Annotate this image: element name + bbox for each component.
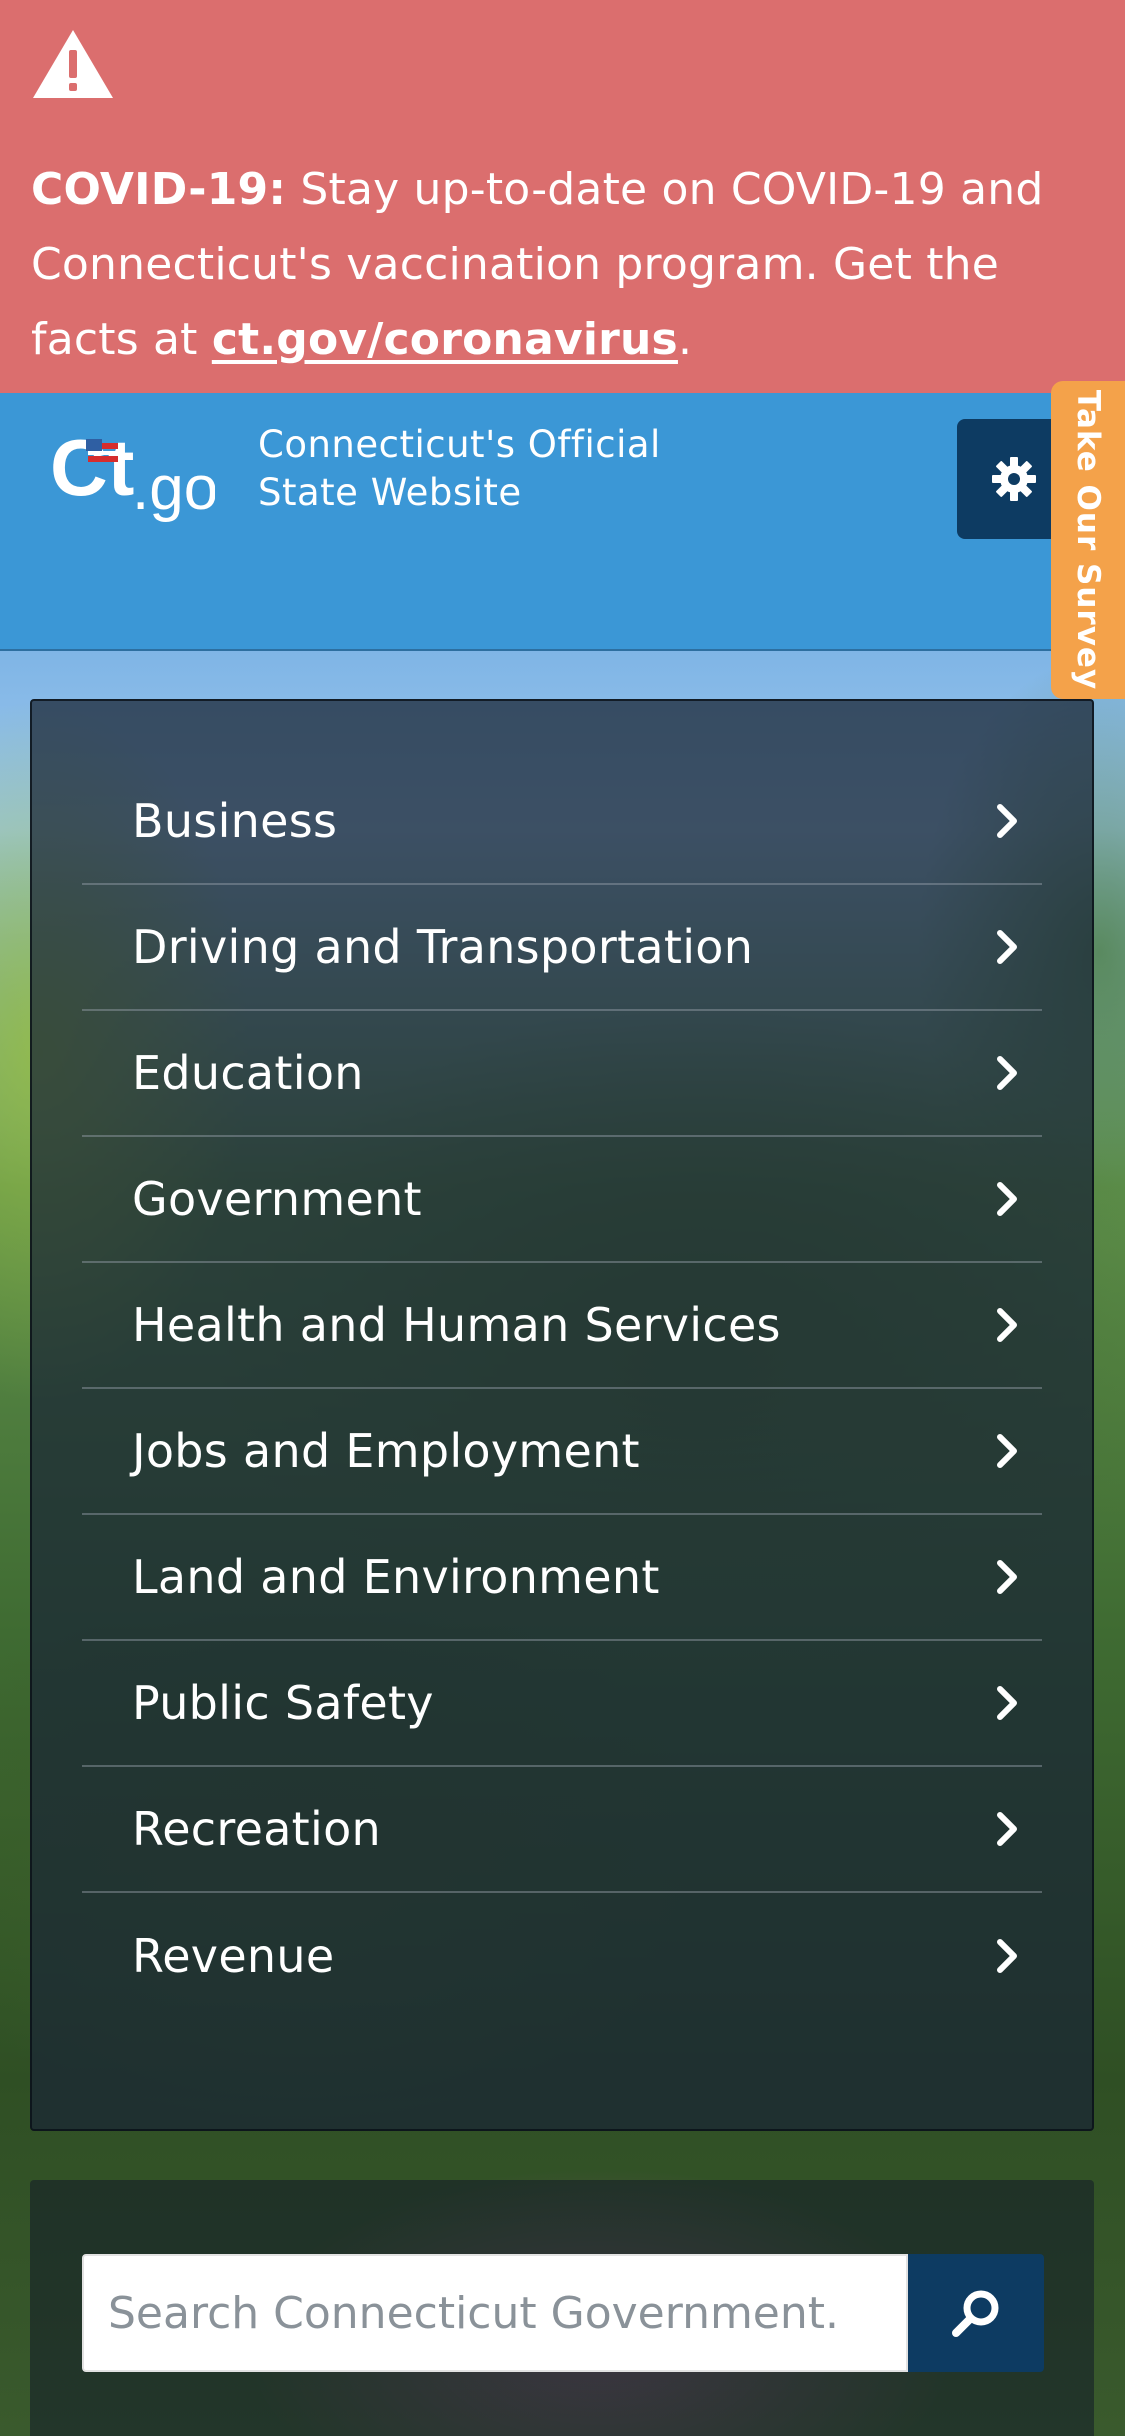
menu-item-education[interactable]: Education: [82, 1011, 1042, 1137]
page: COVID-19: Stay up-to-date on COVID-19 an…: [0, 0, 1125, 2436]
alert-text-end: .: [677, 314, 693, 365]
chevron-right-icon: [997, 1686, 1017, 1720]
menu-item-government[interactable]: Government: [82, 1137, 1042, 1263]
search-input[interactable]: [82, 2254, 908, 2372]
menu-item-revenue[interactable]: Revenue: [82, 1893, 1042, 2019]
tagline-line-1: Connecticut's Official: [258, 423, 661, 466]
search-icon: [952, 2290, 999, 2337]
menu-item-label: Jobs and Employment: [132, 1424, 640, 1478]
menu-item-health-and-human-services[interactable]: Health and Human Services: [82, 1263, 1042, 1389]
survey-tab-label: Take Our Survey: [1070, 389, 1107, 691]
menu-item-driving-and-transportation[interactable]: Driving and Transportation: [82, 885, 1042, 1011]
menu-item-land-and-environment[interactable]: Land and Environment: [82, 1515, 1042, 1641]
menu-item-label: Government: [132, 1172, 422, 1226]
menu-item-label: Education: [132, 1046, 364, 1100]
menu-item-business[interactable]: Business: [82, 759, 1042, 885]
alert-message: COVID-19: Stay up-to-date on COVID-19 an…: [31, 152, 1094, 377]
menu-item-recreation[interactable]: Recreation: [82, 1767, 1042, 1893]
chevron-right-icon: [997, 1182, 1017, 1216]
site-header: Ct .gov Connecticut's Official State Web…: [0, 393, 1125, 651]
chevron-right-icon: [997, 1056, 1017, 1090]
ct-gov-logo[interactable]: Ct .gov: [50, 423, 215, 523]
coronavirus-link[interactable]: ct.gov/coronavirus: [212, 314, 678, 365]
logo-gov-text: .gov: [132, 454, 215, 523]
warning-triangle-icon: [33, 30, 113, 98]
menu-item-label: Recreation: [132, 1802, 381, 1856]
menu-item-label: Business: [132, 794, 338, 848]
search-button[interactable]: [908, 2254, 1044, 2372]
menu-item-label: Driving and Transportation: [132, 920, 754, 974]
covid-alert-banner: COVID-19: Stay up-to-date on COVID-19 an…: [0, 0, 1125, 393]
chevron-right-icon: [997, 1308, 1017, 1342]
take-survey-tab[interactable]: Take Our Survey: [1051, 381, 1125, 699]
logo-ct-text: Ct: [50, 423, 134, 512]
topic-menu: Business Driving and Transportation Educ…: [30, 699, 1094, 2131]
menu-item-label: Public Safety: [132, 1676, 434, 1730]
menu-item-jobs-and-employment[interactable]: Jobs and Employment: [82, 1389, 1042, 1515]
menu-item-public-safety[interactable]: Public Safety: [82, 1641, 1042, 1767]
menu-item-label: Land and Environment: [132, 1550, 660, 1604]
chevron-right-icon: [997, 930, 1017, 964]
chevron-right-icon: [997, 1939, 1017, 1973]
menu-item-label: Health and Human Services: [132, 1298, 781, 1352]
tagline-line-2: State Website: [258, 471, 522, 514]
chevron-right-icon: [997, 1812, 1017, 1846]
chevron-right-icon: [997, 1434, 1017, 1468]
menu-item-label: Revenue: [132, 1929, 335, 1983]
site-tagline: Connecticut's Official State Website: [258, 421, 661, 517]
chevron-right-icon: [997, 804, 1017, 838]
gear-icon: [992, 457, 1036, 501]
alert-label: COVID-19:: [31, 164, 287, 215]
topic-menu-list: Business Driving and Transportation Educ…: [82, 759, 1042, 2019]
chevron-right-icon: [997, 1560, 1017, 1594]
